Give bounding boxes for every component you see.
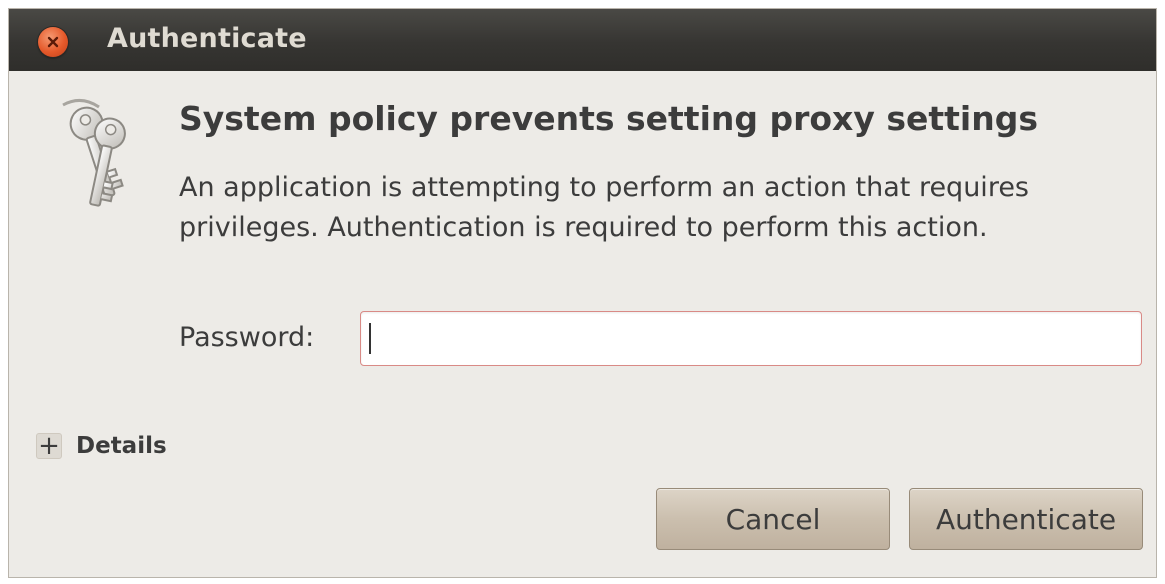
expand-symbol: + bbox=[38, 431, 60, 461]
dialog-message: An application is attempting to perform … bbox=[179, 172, 1029, 243]
authenticate-button[interactable]: Authenticate bbox=[909, 488, 1143, 550]
dialog-heading: System policy prevents setting proxy set… bbox=[179, 99, 1038, 138]
close-button[interactable] bbox=[38, 27, 68, 57]
window-title: Authenticate bbox=[107, 23, 307, 54]
text-cursor bbox=[369, 323, 371, 354]
password-field[interactable] bbox=[360, 311, 1142, 366]
expand-icon: + bbox=[36, 431, 62, 461]
password-label: Password: bbox=[179, 322, 315, 353]
details-expander[interactable]: + Details bbox=[36, 431, 167, 461]
close-icon bbox=[47, 36, 59, 48]
authenticate-dialog: Authenticate System policy prevents sett… bbox=[8, 8, 1157, 578]
cancel-button[interactable]: Cancel bbox=[656, 488, 890, 550]
title-bar[interactable]: Authenticate bbox=[9, 9, 1156, 71]
keys-icon bbox=[62, 99, 126, 207]
details-label: Details bbox=[76, 433, 167, 459]
